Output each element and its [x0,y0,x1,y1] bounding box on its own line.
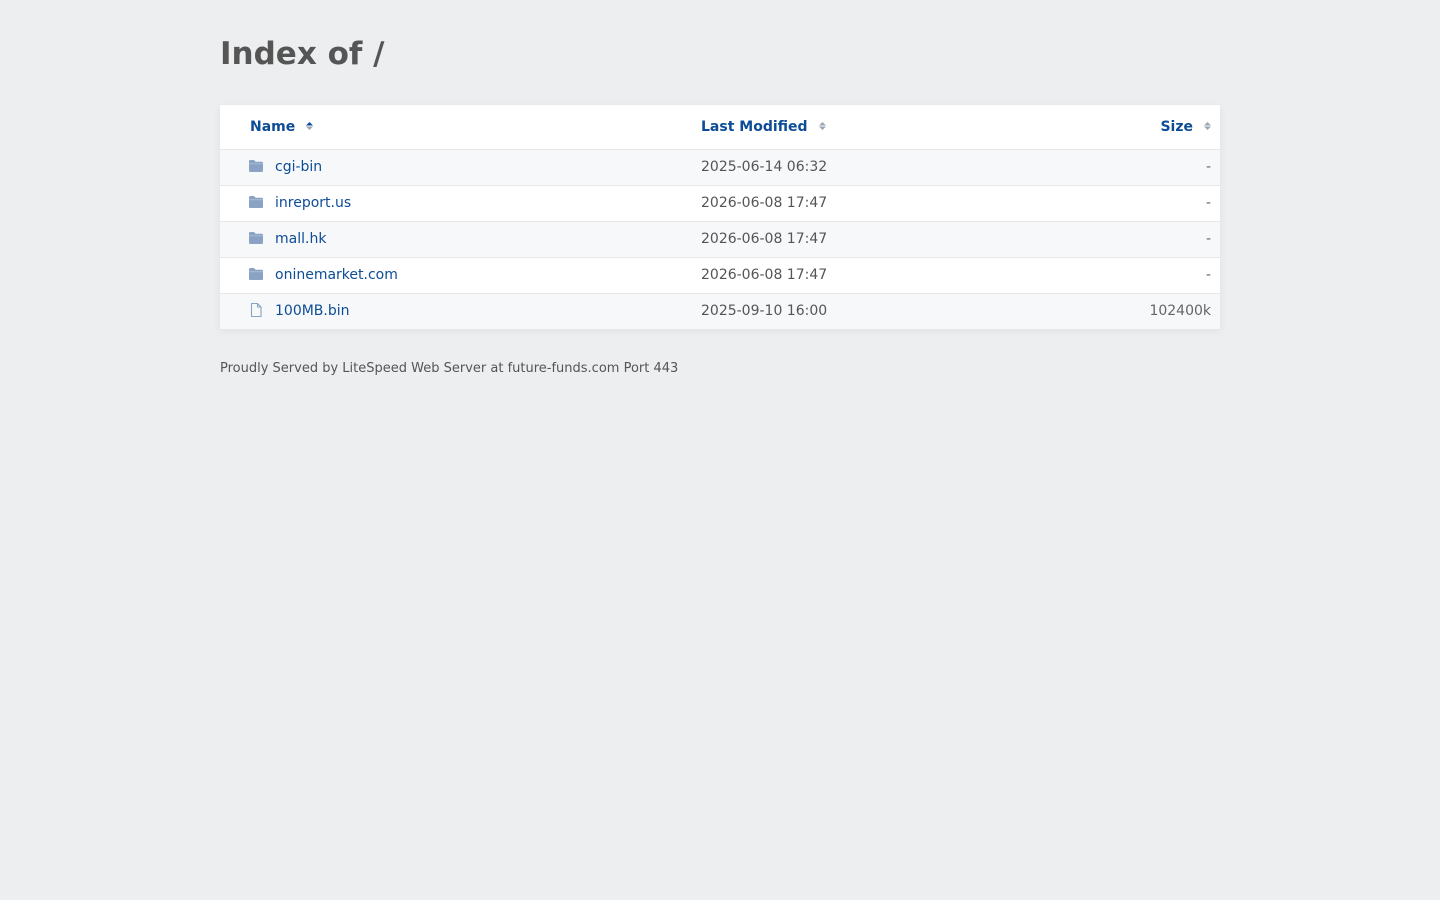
size-column-header[interactable]: Size [1160,105,1212,149]
table-row: cgi-bin 2025-06-14 06:32 - [220,150,1220,186]
table-row: inreport.us 2026-06-08 17:47 - [220,186,1220,222]
sort-icon [818,120,827,132]
modified-header-label: Last Modified [701,119,808,135]
table-body: cgi-bin 2025-06-14 06:32 - inreport.us 2… [220,150,1220,329]
table-header: Name Last Modified Size [220,105,1220,150]
modified-cell: 2026-06-08 17:47 [701,231,828,247]
name-header-label: Name [250,119,296,135]
folder-icon [248,266,264,282]
name-cell: oninemarket.com [248,258,398,293]
folder-icon [248,194,264,210]
name-cell: inreport.us [248,186,351,221]
server-footer: Proudly Served by LiteSpeed Web Server a… [220,361,679,376]
modified-cell: 2026-06-08 17:47 [701,195,828,211]
entry-link[interactable]: mall.hk [275,231,326,247]
size-cell: - [1205,195,1211,211]
folder-icon [248,230,264,246]
modified-cell: 2025-06-14 06:32 [701,159,828,175]
name-column-header[interactable]: Name [250,105,314,149]
entry-link[interactable]: 100MB.bin [275,303,350,319]
folder-icon [248,158,264,174]
table-row: 100MB.bin 2025-09-10 16:00 102400k [220,294,1220,329]
entry-link[interactable]: cgi-bin [275,159,322,175]
directory-table: Name Last Modified Size cgi-bin 2025-06-… [220,105,1220,329]
modified-column-header[interactable]: Last Modified [701,105,827,149]
size-cell: - [1205,159,1211,175]
sort-icon [1203,120,1212,132]
modified-cell: 2025-09-10 16:00 [701,303,828,319]
table-row: oninemarket.com 2026-06-08 17:47 - [220,258,1220,294]
size-header-label: Size [1160,119,1193,135]
table-row: mall.hk 2026-06-08 17:47 - [220,222,1220,258]
page-title: Index of / [220,36,385,72]
name-cell: 100MB.bin [248,294,350,329]
file-icon [248,302,264,318]
entry-link[interactable]: oninemarket.com [275,267,398,283]
size-cell: 102400k [1149,303,1211,319]
size-cell: - [1205,231,1211,247]
modified-cell: 2026-06-08 17:47 [701,267,828,283]
name-cell: cgi-bin [248,150,322,185]
sort-icon [305,120,314,132]
size-cell: - [1205,267,1211,283]
entry-link[interactable]: inreport.us [275,195,351,211]
name-cell: mall.hk [248,222,326,257]
